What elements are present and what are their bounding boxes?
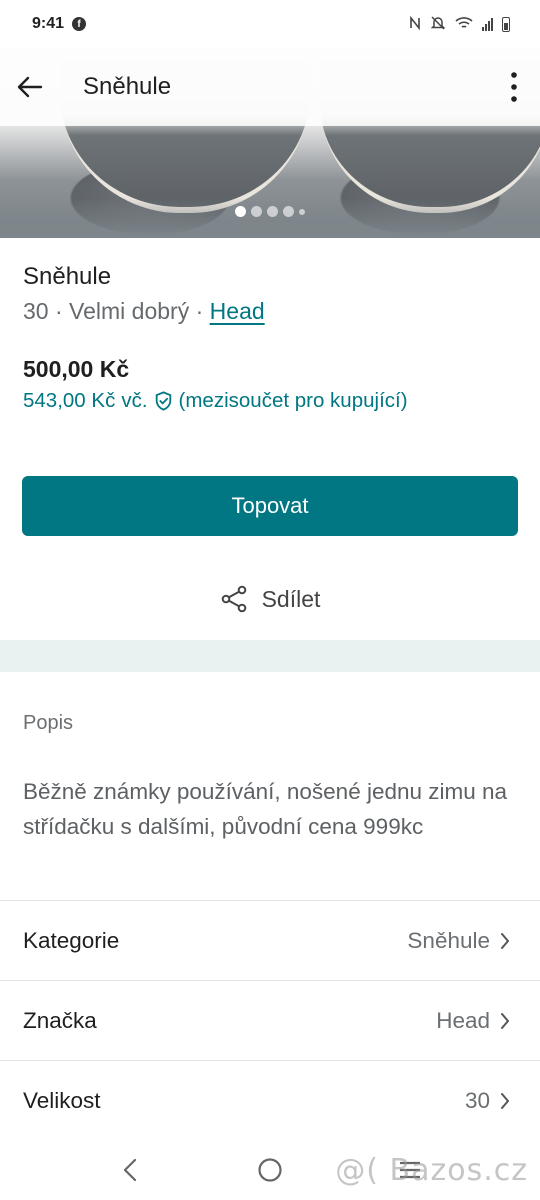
- bump-button[interactable]: Topovat: [22, 476, 518, 536]
- attribute-value: Sněhule: [407, 927, 490, 953]
- chevron-right-icon: [501, 1092, 509, 1109]
- gallery-dot[interactable]: [267, 206, 278, 217]
- item-condition: Velmi dobrý: [69, 298, 190, 324]
- attribute-row-size[interactable]: Velikost 30: [0, 1060, 540, 1140]
- status-time: 9:41: [32, 15, 65, 32]
- back-button[interactable]: [0, 48, 60, 126]
- share-icon: [221, 585, 246, 613]
- buyer-price-amount: 543,00 Kč: [23, 389, 116, 412]
- attribute-value: Head: [436, 1007, 490, 1033]
- chevron-right-icon: [501, 932, 509, 949]
- chevron-right-icon: [501, 1012, 509, 1029]
- attribute-list: Kategorie Sněhule Značka Head Velikost 3…: [0, 900, 540, 1141]
- attribute-row-category[interactable]: Kategorie Sněhule: [0, 900, 540, 980]
- share-button[interactable]: Sdílet: [0, 574, 540, 624]
- attribute-value-group: Head: [436, 1008, 510, 1034]
- gallery-dot[interactable]: [299, 208, 305, 215]
- wifi-icon: [455, 16, 473, 33]
- signal-icon: [482, 17, 493, 31]
- buyer-price[interactable]: 543,00 Kč vč. (mezisoučet pro kupující): [23, 387, 517, 415]
- more-options-button[interactable]: [488, 48, 540, 126]
- section-divider: [0, 640, 540, 672]
- watermark: @( Bazos.cz: [335, 1153, 528, 1188]
- buyer-price-note: (mezisoučet pro kupující): [178, 389, 408, 412]
- item-meta: 30 · Velmi dobrý · Head: [23, 294, 517, 328]
- brand-link[interactable]: Head: [210, 298, 265, 324]
- meta-separator: ·: [48, 298, 70, 324]
- status-icons: [409, 15, 510, 34]
- buyer-price-suffix: vč.: [121, 389, 148, 412]
- photo-floor: [0, 198, 540, 238]
- item-price: 500,00 Kč: [23, 356, 130, 382]
- item-size: 30: [23, 298, 49, 324]
- item-title: Sněhule: [23, 263, 112, 290]
- share-label: Sdílet: [261, 585, 321, 612]
- chevron-left-icon: [123, 1158, 137, 1182]
- arrow-left-icon: [17, 76, 43, 98]
- nav-back-button[interactable]: [110, 1150, 150, 1190]
- attribute-key: Značka: [23, 1007, 97, 1033]
- attribute-value-group: 30: [465, 1088, 510, 1114]
- description-text: Běžně známky používání, nošené jednu zim…: [23, 779, 508, 839]
- status-bar: 9:41 f: [0, 0, 540, 48]
- nfc-icon: [409, 15, 421, 33]
- battery-icon: [502, 16, 510, 32]
- description-label: Popis: [23, 712, 74, 734]
- attribute-row-brand[interactable]: Značka Head: [0, 980, 540, 1060]
- item-info: Sněhule 30 · Velmi dobrý · Head 500,00 K…: [23, 262, 517, 415]
- home-circle-icon: [258, 1158, 282, 1182]
- gallery-dot[interactable]: [235, 206, 246, 217]
- top-app-bar: Sněhule: [0, 48, 540, 126]
- attribute-value: 30: [464, 1087, 490, 1113]
- gallery-dot[interactable]: [251, 206, 262, 217]
- more-vertical-icon: [511, 72, 517, 102]
- shield-check-icon: [155, 391, 171, 411]
- meta-separator: ·: [189, 298, 210, 324]
- attribute-key: Velikost: [23, 1087, 101, 1113]
- page-title: Sněhule: [83, 73, 172, 100]
- nav-home-button[interactable]: [250, 1150, 290, 1190]
- facebook-icon: f: [72, 17, 87, 31]
- attribute-key: Kategorie: [23, 927, 120, 953]
- gallery-indicator: [0, 206, 540, 217]
- gallery-dot[interactable]: [283, 206, 294, 217]
- attribute-value-group: Sněhule: [407, 928, 510, 954]
- mute-icon: [430, 15, 446, 34]
